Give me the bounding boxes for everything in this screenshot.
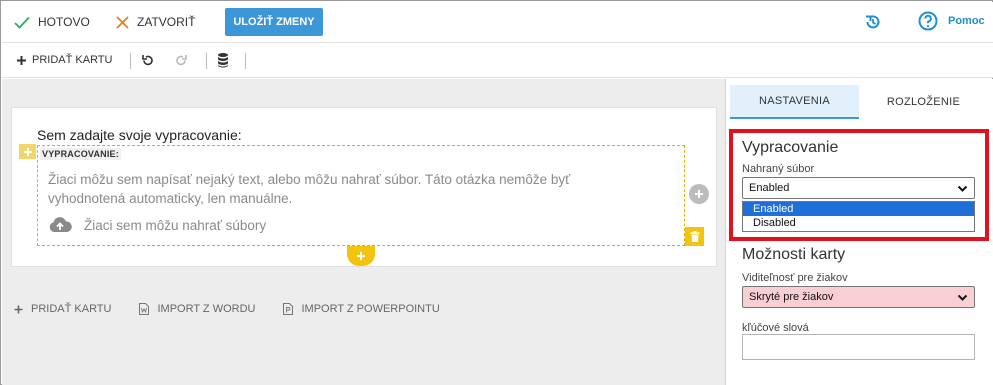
- essay-question-block[interactable]: VYPRACOVANIE: Žiaci môžu sem napísať nej…: [37, 145, 685, 246]
- upload-text: Žiaci sem môžu nahrať súbory: [84, 217, 267, 233]
- trash-icon: [690, 231, 699, 242]
- help-icon[interactable]: [918, 11, 938, 31]
- settings-panel: NASTAVENIA ROZLOŽENIE Vypracovanie Nahra…: [725, 79, 993, 385]
- import-powerpoint-link[interactable]: IMPORT Z POWERPOINTU: [283, 303, 440, 315]
- section-title-card-options: Možnosti karty: [742, 246, 846, 263]
- undo-icon[interactable]: [141, 54, 154, 67]
- uploaded-file-label: Nahraný súbor: [742, 163, 815, 175]
- card-prompt: Sem zadajte svoje vypracovanie:: [37, 127, 242, 143]
- add-element-button[interactable]: [689, 184, 709, 204]
- import-powerpoint-label: IMPORT Z POWERPOINTU: [301, 303, 440, 315]
- secondary-toolbar: PRIDAŤ KARTU: [2, 43, 993, 78]
- save-button[interactable]: ULOŽIŤ ZMENY: [225, 8, 323, 36]
- uploaded-file-dropdown: Enabled Disabled: [742, 201, 975, 232]
- add-card-button[interactable]: PRIDAŤ KARTU: [16, 54, 112, 66]
- check-icon: [14, 16, 30, 29]
- panel-tabs: NASTAVENIA ROZLOŽENIE: [730, 85, 988, 119]
- top-toolbar: HOTOVO ZATVORIŤ ULOŽIŤ ZMENY Pomoc: [2, 2, 993, 43]
- visibility-label: Viditeľnosť pre žiakov: [742, 272, 848, 284]
- plus-icon: [23, 147, 32, 156]
- redo-icon[interactable]: [175, 54, 188, 67]
- cloud-upload-icon: [49, 217, 72, 232]
- import-word-label: IMPORT Z WORDU: [157, 303, 256, 315]
- database-icon[interactable]: [217, 52, 229, 68]
- bottom-actions: PRIDAŤ KARTU IMPORT Z WORDU IMPORT Z POW…: [14, 303, 468, 315]
- close-icon: [116, 15, 129, 29]
- plus-icon: [14, 305, 23, 313]
- plus-icon: [17, 55, 26, 65]
- visibility-value: Skryté pre žiakov: [749, 291, 834, 303]
- plus-icon: [357, 252, 365, 260]
- question-type-tag: VYPRACOVANIE:: [40, 148, 121, 160]
- uploaded-file-value: Enabled: [749, 182, 790, 194]
- close-label: ZATVORIŤ: [137, 15, 196, 29]
- add-block-button[interactable]: [19, 144, 36, 159]
- powerpoint-file-icon: [283, 303, 294, 315]
- tab-settings[interactable]: NASTAVENIA: [730, 85, 859, 119]
- keywords-input[interactable]: [742, 334, 975, 360]
- plus-icon: [695, 190, 703, 198]
- word-file-icon: [139, 303, 150, 315]
- help-link[interactable]: Pomoc: [948, 15, 985, 27]
- question-description: Žiaci môžu sem napísať nejaký text, aleb…: [48, 172, 571, 206]
- uploaded-file-select[interactable]: Enabled: [742, 177, 975, 199]
- question-card[interactable]: Sem zadajte svoje vypracovanie: VYPRACOV…: [11, 107, 717, 267]
- option-disabled[interactable]: Disabled: [743, 216, 974, 230]
- upload-area[interactable]: Žiaci sem môžu nahrať súbory: [48, 217, 266, 233]
- add-card-below-button[interactable]: [347, 246, 375, 266]
- chevron-down-icon: [957, 294, 968, 301]
- app-frame: HOTOVO ZATVORIŤ ULOŽIŤ ZMENY Pomoc PRIDA…: [0, 0, 993, 385]
- option-enabled[interactable]: Enabled: [743, 202, 974, 216]
- delete-block-button[interactable]: [685, 227, 704, 246]
- history-icon[interactable]: [864, 13, 882, 31]
- done-label: HOTOVO: [38, 15, 90, 29]
- close-button[interactable]: ZATVORIŤ: [116, 11, 195, 33]
- editor-canvas: Sem zadajte svoje vypracovanie: VYPRACOV…: [2, 79, 725, 385]
- import-word-link[interactable]: IMPORT Z WORDU: [139, 303, 255, 315]
- bottom-add-card-label: PRIDAŤ KARTU: [31, 303, 112, 315]
- chevron-down-icon: [957, 185, 968, 192]
- bottom-add-card-link[interactable]: PRIDAŤ KARTU: [14, 303, 111, 315]
- toolbar-divider: [245, 53, 246, 69]
- keywords-label: kľúčové slová: [742, 322, 809, 334]
- tab-layout[interactable]: ROZLOŽENIE: [859, 85, 988, 119]
- visibility-select[interactable]: Skryté pre žiakov: [742, 286, 975, 308]
- toolbar-divider: [130, 53, 131, 69]
- done-button[interactable]: HOTOVO: [14, 11, 90, 33]
- toolbar-divider: [206, 53, 207, 69]
- section-title-essay: Vypracovanie: [742, 139, 839, 156]
- add-card-label: PRIDAŤ KARTU: [32, 54, 113, 66]
